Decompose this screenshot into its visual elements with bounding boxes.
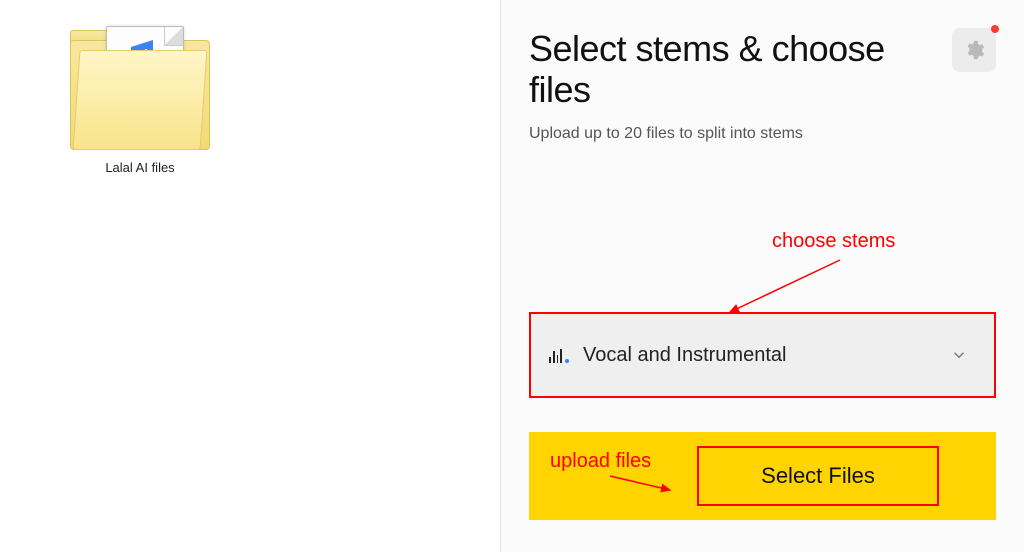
gear-icon [963, 39, 985, 61]
page-title: Select stems & choose files [529, 28, 909, 111]
stems-dropdown-label: Vocal and Instrumental [583, 344, 950, 367]
notification-dot-icon [991, 25, 999, 33]
folder-icon: MP3 [70, 30, 210, 150]
folder-label: Lalal AI files [60, 160, 220, 175]
stems-dropdown[interactable]: Vocal and Instrumental [529, 312, 996, 398]
waveform-icon [549, 347, 569, 363]
upload-panel: Select stems & choose files Upload up to… [500, 0, 1024, 552]
select-files-button[interactable]: Select Files [529, 432, 996, 520]
desktop-folder[interactable]: MP3 Lalal AI files [60, 30, 220, 175]
select-files-label: Select Files [761, 463, 875, 489]
page-subtitle: Upload up to 20 files to split into stem… [529, 125, 996, 143]
chevron-down-icon [950, 346, 968, 364]
settings-button[interactable] [952, 28, 996, 72]
